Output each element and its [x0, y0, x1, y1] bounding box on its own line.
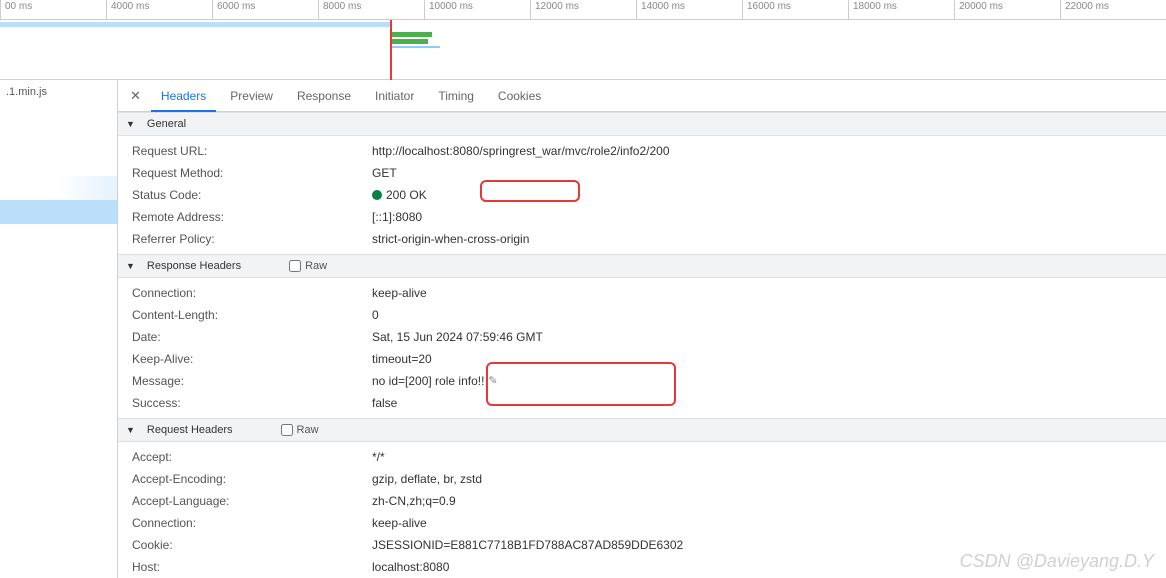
request-headers-section: Accept:*/* Accept-Encoding:gzip, deflate…	[118, 442, 1166, 578]
timeline-tick: 6000 ms	[212, 0, 255, 20]
response-headers-section: Connection:keep-alive Content-Length:0 D…	[118, 278, 1166, 418]
timeline-bar-green	[392, 39, 428, 44]
field-value: */*	[372, 448, 1166, 466]
field-label: Message:	[132, 372, 372, 390]
timeline-tick: 12000 ms	[530, 0, 579, 20]
field-value: JSESSIONID=E881C7718B1FD788AC87AD859DDE6…	[372, 536, 1166, 554]
tab-response[interactable]: Response	[287, 80, 361, 112]
field-label: Keep-Alive:	[132, 350, 372, 368]
section-title: Response Headers	[147, 254, 241, 278]
field-value: [::1]:8080	[372, 208, 1166, 226]
edit-icon[interactable]: ✎	[488, 372, 497, 390]
field-value: Sat, 15 Jun 2024 07:59:46 GMT	[372, 328, 1166, 346]
chevron-down-icon: ▼	[126, 254, 135, 278]
raw-checkbox-label[interactable]: Raw	[289, 254, 327, 278]
raw-checkbox[interactable]	[281, 424, 293, 436]
field-value: GET	[372, 164, 1166, 182]
field-label: Remote Address:	[132, 208, 372, 226]
field-value: false	[372, 394, 1166, 412]
field-label: Request Method:	[132, 164, 372, 182]
timeline-tick: 4000 ms	[106, 0, 149, 20]
timeline-tick: 16000 ms	[742, 0, 791, 20]
tab-headers[interactable]: Headers	[151, 80, 216, 112]
field-label: Cookie:	[132, 536, 372, 554]
tab-bar: ✕ Headers Preview Response Initiator Tim…	[118, 80, 1166, 112]
field-label: Status Code:	[132, 186, 372, 204]
general-section: Request URL:http://localhost:8080/spring…	[118, 136, 1166, 254]
field-value-status: 200 OK	[372, 186, 1166, 204]
section-header-request[interactable]: ▼ Request Headers Raw	[118, 418, 1166, 442]
message-text: no id=[200] role info!!	[372, 372, 484, 390]
chevron-down-icon: ▼	[126, 112, 135, 136]
timeline-tick: 22000 ms	[1060, 0, 1109, 20]
timeline-bar-green	[392, 32, 432, 37]
chevron-down-icon: ▼	[126, 418, 135, 442]
timeline-bar-blue	[392, 46, 440, 48]
raw-checkbox-label[interactable]: Raw	[281, 418, 319, 442]
tab-timing[interactable]: Timing	[428, 80, 484, 112]
field-label: Accept-Encoding:	[132, 470, 372, 488]
list-item[interactable]: .1.min.js	[0, 80, 117, 104]
list-item-selected[interactable]	[0, 200, 117, 224]
field-label: Content-Length:	[132, 306, 372, 324]
timeline-tick: 20000 ms	[954, 0, 1003, 20]
list-item[interactable]	[0, 128, 117, 152]
section-title: General	[147, 112, 186, 136]
field-label: Date:	[132, 328, 372, 346]
field-label: Referrer Policy:	[132, 230, 372, 248]
timeline-tick: 18000 ms	[848, 0, 897, 20]
raw-checkbox[interactable]	[289, 260, 301, 272]
field-value: zh-CN,zh;q=0.9	[372, 492, 1166, 510]
field-value: 0	[372, 306, 1166, 324]
list-item[interactable]	[0, 176, 117, 200]
field-value: strict-origin-when-cross-origin	[372, 230, 1166, 248]
field-label: Host:	[132, 558, 372, 576]
field-value: http://localhost:8080/springrest_war/mvc…	[372, 142, 1166, 160]
timeline-ruler: 00 ms 4000 ms 6000 ms 8000 ms 10000 ms 1…	[0, 0, 1166, 20]
list-item[interactable]	[0, 104, 117, 128]
field-value: keep-alive	[372, 284, 1166, 302]
field-value: gzip, deflate, br, zstd	[372, 470, 1166, 488]
network-request-list[interactable]: .1.min.js	[0, 80, 118, 578]
tab-initiator[interactable]: Initiator	[365, 80, 424, 112]
section-header-general[interactable]: ▼ General	[118, 112, 1166, 136]
list-item[interactable]	[0, 152, 117, 176]
field-label: Request URL:	[132, 142, 372, 160]
field-value: keep-alive	[372, 514, 1166, 532]
field-label: Accept:	[132, 448, 372, 466]
field-value: timeout=20	[372, 350, 1166, 368]
timeline[interactable]: 00 ms 4000 ms 6000 ms 8000 ms 10000 ms 1…	[0, 0, 1166, 80]
timeline-tick: 10000 ms	[424, 0, 473, 20]
status-code-text: 200 OK	[386, 186, 427, 204]
raw-label-text: Raw	[297, 418, 319, 442]
close-icon[interactable]: ✕	[124, 88, 147, 104]
field-label: Accept-Language:	[132, 492, 372, 510]
details-panel: ✕ Headers Preview Response Initiator Tim…	[118, 80, 1166, 578]
tab-preview[interactable]: Preview	[220, 80, 283, 112]
tab-cookies[interactable]: Cookies	[488, 80, 551, 112]
section-header-response[interactable]: ▼ Response Headers Raw	[118, 254, 1166, 278]
timeline-tick: 14000 ms	[636, 0, 685, 20]
field-label: Success:	[132, 394, 372, 412]
field-label: Connection:	[132, 514, 372, 532]
field-value: localhost:8080	[372, 558, 1166, 576]
raw-label-text: Raw	[305, 254, 327, 278]
field-value-message: no id=[200] role info!! ✎	[372, 372, 1166, 390]
timeline-tick: 00 ms	[0, 0, 32, 20]
timeline-bar	[0, 22, 390, 27]
timeline-marker	[390, 20, 392, 80]
timeline-tick: 8000 ms	[318, 0, 361, 20]
timeline-body[interactable]	[0, 20, 1166, 80]
field-label: Connection:	[132, 284, 372, 302]
section-title: Request Headers	[147, 418, 233, 442]
status-dot-icon	[372, 190, 382, 200]
